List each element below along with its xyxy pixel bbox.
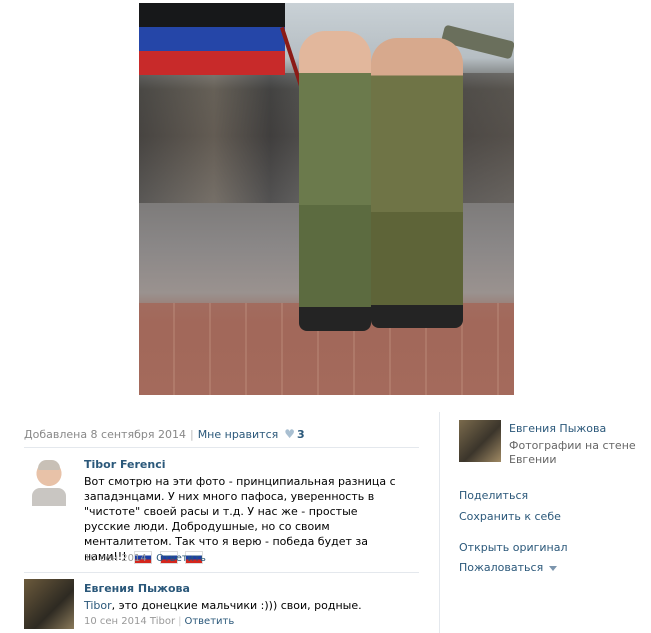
meta-separator: | — [189, 428, 194, 441]
caret-down-icon[interactable] — [549, 565, 558, 571]
avatar[interactable] — [24, 579, 74, 629]
comment-footer: 10 сен 2014 | Ответить — [84, 553, 206, 564]
share-link[interactable]: Поделиться — [459, 489, 528, 502]
comment-date[interactable]: 10 сен 2014 — [84, 616, 147, 627]
comment-addressee-link[interactable]: Tibor — [84, 599, 112, 612]
comment-footer: 10 сен 2014 Tibor | Ответить — [84, 616, 235, 627]
added-date: Добавлена 8 сентября 2014 — [24, 428, 186, 441]
open-original-link[interactable]: Открыть оригинал — [459, 541, 568, 554]
owner-avatar[interactable] — [459, 420, 501, 462]
report-label[interactable]: Пожаловаться — [459, 561, 543, 574]
comment-text-body: , это донецкие мальчики :))) свои, родны… — [111, 599, 362, 612]
reply-link[interactable]: Ответить — [184, 616, 234, 627]
album-name[interactable]: Фотографии на стене Евгении — [509, 439, 639, 467]
comment-text-body: Вот смотрю на эти фото - принципиальная … — [84, 475, 396, 563]
owner-name-link[interactable]: Евгения Пыжова — [509, 422, 606, 435]
report-menu[interactable]: Пожаловаться — [459, 561, 558, 574]
comment-author[interactable]: Евгения Пыжова — [84, 582, 190, 595]
divider — [24, 447, 419, 448]
photo-meta: Добавлена 8 сентября 2014 | Мне нравится ♥ 3 — [24, 427, 305, 441]
photo-flag — [139, 3, 285, 75]
like-count[interactable]: 3 — [297, 428, 305, 441]
photo-person-right — [371, 38, 463, 328]
comment-text: Tibor, это донецкие мальчики :))) свои, … — [84, 598, 414, 613]
comment-author[interactable]: Tibor Ferenci — [84, 458, 166, 471]
divider — [24, 572, 419, 573]
save-link[interactable]: Сохранить к себе — [459, 510, 561, 523]
reply-link[interactable]: Ответить — [156, 553, 206, 564]
heart-icon[interactable]: ♥ — [284, 427, 295, 441]
sidebar-divider — [439, 412, 440, 633]
comment-text: Вот смотрю на эти фото - принципиальная … — [84, 474, 404, 564]
photo-person-left — [299, 31, 371, 331]
wall-photo[interactable] — [139, 3, 514, 395]
comment-date[interactable]: 10 сен 2014 — [84, 553, 147, 564]
like-link[interactable]: Мне нравится — [198, 428, 279, 441]
avatar[interactable] — [24, 456, 74, 506]
comment-reply-to: Tibor — [149, 616, 176, 627]
